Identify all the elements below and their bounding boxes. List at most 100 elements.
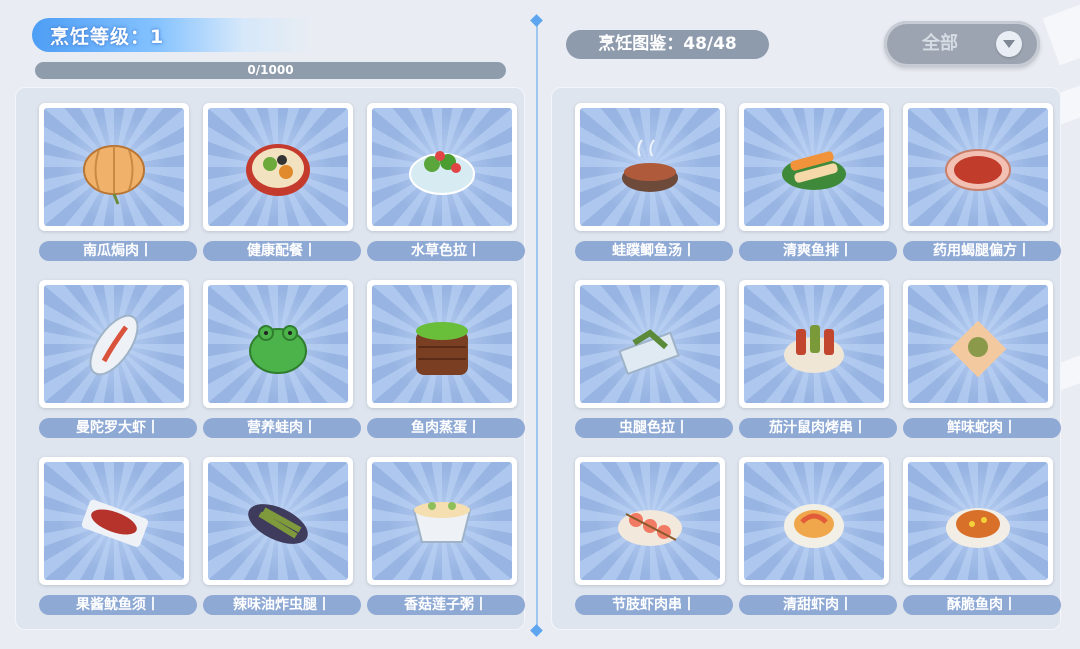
scorpion-remedy-icon bbox=[945, 149, 1011, 191]
recipe-card-background bbox=[372, 462, 512, 580]
recipe-card-background bbox=[580, 462, 720, 580]
recipe-name: 健康配餐丨 bbox=[203, 241, 361, 261]
frog-meat-icon bbox=[249, 325, 307, 374]
cooking-level-value: 1 bbox=[150, 26, 165, 48]
recipe-card[interactable]: 果酱鱿鱼须丨 bbox=[39, 457, 197, 617]
recipe-card-frame bbox=[39, 457, 189, 585]
recipe-card[interactable]: 南瓜焗肉丨 bbox=[39, 103, 197, 263]
fish-soup-icon bbox=[622, 139, 678, 192]
recipe-name: 鱼肉蒸蛋丨 bbox=[367, 418, 525, 438]
crispy-fish-icon bbox=[946, 508, 1010, 548]
recipe-name: 虫腿色拉丨 bbox=[575, 418, 733, 438]
recipe-name: 蛙蹼鲫鱼汤丨 bbox=[575, 241, 733, 261]
recipe-card[interactable]: 药用蝎腿偏方丨 bbox=[903, 103, 1061, 263]
steamed-egg-icon bbox=[416, 322, 468, 375]
recipe-card-background bbox=[580, 285, 720, 403]
recipe-name: 清爽鱼排丨 bbox=[739, 241, 897, 261]
pumpkin-dish-icon bbox=[83, 145, 145, 205]
recipe-card-frame bbox=[367, 457, 517, 585]
recipe-card-frame bbox=[739, 457, 889, 585]
recipe-panel-left: 南瓜焗肉丨 健康配餐丨 水草色拉丨曼陀罗大虾丨 营养蛙肉丨 鱼肉蒸蛋丨果酱鱿鱼须丨 辣味油… bbox=[15, 87, 525, 630]
recipe-name: 香菇莲子粥丨 bbox=[367, 595, 525, 615]
recipe-card-frame bbox=[203, 103, 353, 231]
seaweed-salad-icon bbox=[409, 151, 475, 195]
recipe-name: 南瓜焗肉丨 bbox=[39, 241, 197, 261]
recipe-card[interactable]: 虫腿色拉丨 bbox=[575, 280, 733, 440]
recipe-card[interactable]: 辣味油炸虫腿丨 bbox=[203, 457, 361, 617]
recipe-card[interactable]: 酥脆鱼肉丨 bbox=[903, 457, 1061, 617]
recipe-card[interactable]: 蛙蹼鲫鱼汤丨 bbox=[575, 103, 733, 263]
recipe-name: 果酱鱿鱼须丨 bbox=[39, 595, 197, 615]
lotus-porridge-icon bbox=[412, 502, 472, 543]
recipe-card-background bbox=[744, 108, 884, 226]
recipe-card-background bbox=[372, 285, 512, 403]
recipe-card-background bbox=[208, 108, 348, 226]
recipe-card-frame bbox=[367, 280, 517, 408]
recipe-card-background bbox=[908, 285, 1048, 403]
recipe-name: 药用蝎腿偏方丨 bbox=[903, 241, 1061, 261]
filter-selected-label: 全部 bbox=[922, 33, 958, 54]
recipe-card-background bbox=[908, 462, 1048, 580]
recipe-name: 曼陀罗大虾丨 bbox=[39, 418, 197, 438]
recipe-card-frame bbox=[739, 103, 889, 231]
recipe-card-frame bbox=[575, 457, 725, 585]
bug-leg-salad-icon bbox=[618, 329, 680, 376]
divider-top-dot bbox=[530, 14, 543, 27]
recipe-card[interactable]: 鲜味蛇肉丨 bbox=[903, 280, 1061, 440]
sweet-shrimp-icon bbox=[784, 504, 844, 548]
divider-bottom-dot bbox=[530, 624, 543, 637]
cooking-level-label: 烹饪等级： bbox=[50, 26, 151, 48]
recipe-card-frame bbox=[575, 280, 725, 408]
recipe-card[interactable]: 香菇莲子粥丨 bbox=[367, 457, 525, 617]
recipe-card-background bbox=[744, 285, 884, 403]
recipe-name: 茄汁鼠肉烤串丨 bbox=[739, 418, 897, 438]
recipe-name: 辣味油炸虫腿丨 bbox=[203, 595, 361, 615]
recipe-card[interactable]: 茄汁鼠肉烤串丨 bbox=[739, 280, 897, 440]
recipe-name: 酥脆鱼肉丨 bbox=[903, 595, 1061, 615]
recipe-name: 清甜虾肉丨 bbox=[739, 595, 897, 615]
skewer-icon bbox=[784, 325, 844, 373]
recipe-card[interactable]: 节肢虾肉串丨 bbox=[575, 457, 733, 617]
cooking-level: 烹饪等级：1 bbox=[50, 22, 164, 49]
recipe-name: 营养蛙肉丨 bbox=[203, 418, 361, 438]
recipe-card[interactable]: 清甜虾肉丨 bbox=[739, 457, 897, 617]
recipe-card-background bbox=[44, 108, 184, 226]
recipe-card-background bbox=[44, 462, 184, 580]
recipe-card-background bbox=[372, 108, 512, 226]
recipe-card-background bbox=[44, 285, 184, 403]
background-streak bbox=[1042, 4, 1080, 66]
recipe-card[interactable]: 清爽鱼排丨 bbox=[739, 103, 897, 263]
squid-icon bbox=[81, 499, 149, 547]
recipe-name: 水草色拉丨 bbox=[367, 241, 525, 261]
recipe-card[interactable]: 健康配餐丨 bbox=[203, 103, 361, 263]
recipe-card-frame bbox=[367, 103, 517, 231]
recipe-card-frame bbox=[39, 280, 189, 408]
snake-meat-icon bbox=[949, 320, 1007, 378]
cooking-codex-count: 烹饪图鉴：48/48 bbox=[566, 30, 769, 59]
panel-divider bbox=[536, 20, 538, 630]
recipe-card-background bbox=[908, 108, 1048, 226]
recipe-card-frame bbox=[903, 103, 1053, 231]
experience-bar: 0/1000 bbox=[35, 62, 506, 79]
recipe-card-frame bbox=[203, 280, 353, 408]
recipe-panel-right: 蛙蹼鲫鱼汤丨 清爽鱼排丨 药用蝎腿偏方丨虫腿色拉丨 茄汁鼠肉烤串丨 鲜味蛇肉丨节肢虾肉串… bbox=[551, 87, 1061, 630]
recipe-card-background bbox=[580, 108, 720, 226]
recipe-card-background bbox=[744, 462, 884, 580]
recipe-card-frame bbox=[575, 103, 725, 231]
recipe-card-frame bbox=[903, 457, 1053, 585]
healthy-meal-icon bbox=[246, 144, 310, 196]
fried-bug-legs-icon bbox=[248, 504, 308, 544]
recipe-card-frame bbox=[39, 103, 189, 231]
recipe-card-frame bbox=[739, 280, 889, 408]
recipe-card[interactable]: 曼陀罗大虾丨 bbox=[39, 280, 197, 440]
fish-fillet-icon bbox=[782, 151, 846, 190]
experience-text: 0/1000 bbox=[247, 63, 294, 77]
recipe-card[interactable]: 水草色拉丨 bbox=[367, 103, 525, 263]
recipe-name: 鲜味蛇肉丨 bbox=[903, 418, 1061, 438]
datura-prawn-icon bbox=[89, 314, 139, 376]
shrimp-skewer-icon bbox=[618, 510, 682, 546]
filter-dropdown[interactable]: 全部 bbox=[884, 21, 1040, 67]
recipe-card[interactable]: 鱼肉蒸蛋丨 bbox=[367, 280, 525, 440]
recipe-card[interactable]: 营养蛙肉丨 bbox=[203, 280, 361, 440]
chevron-down-icon bbox=[996, 31, 1022, 57]
